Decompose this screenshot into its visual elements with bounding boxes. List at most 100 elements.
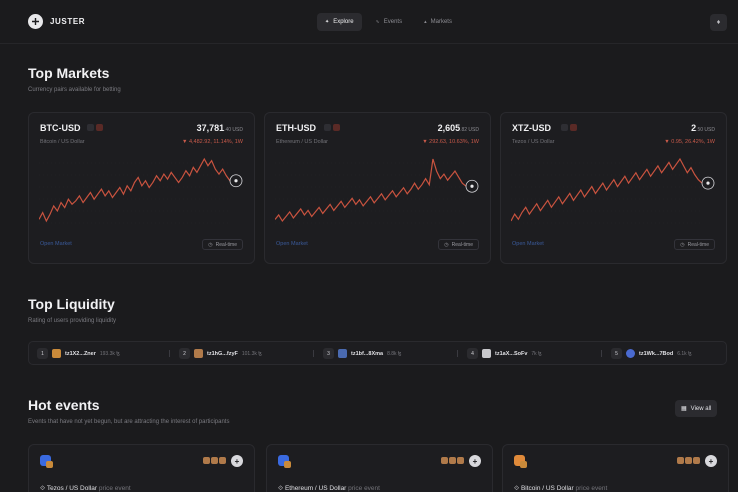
avatar (219, 457, 226, 464)
participant-avatars (203, 457, 226, 464)
liquidity-leaderboard: 1 tz1X2...Zner 193.3k ꜩ 2 tz1hG...fzyF 1… (28, 341, 727, 365)
avatar (685, 457, 692, 464)
price-main: 2,605 (437, 123, 461, 133)
top-liquidity-title: Top Liquidity (28, 296, 115, 312)
view-all-button[interactable]: ▦ View all (675, 400, 718, 417)
avatar (338, 349, 347, 358)
usd-icon (520, 461, 527, 468)
rank-badge: 5 (611, 348, 622, 359)
market-pair: BTC-USD (40, 123, 81, 133)
top-liquidity-subtitle: Rating of users providing liquidity (28, 318, 117, 324)
price-decimal: .50 USD (696, 127, 715, 133)
nav-explore[interactable]: ✦ Explore (317, 13, 362, 31)
liquidity-item[interactable]: 3 tz1bf...8Xma 8.8k ꜩ (323, 347, 401, 360)
current-price-dot (470, 184, 474, 188)
market-badges (87, 124, 103, 131)
market-card-btc[interactable]: BTC-USD 37,781.40 USD Bitcoin / US Dolla… (28, 112, 255, 264)
market-badges (324, 124, 340, 131)
market-name: Tezos / US Dollar (512, 139, 555, 145)
market-pair: ETH-USD (276, 123, 316, 133)
top-header: JUSTER ✦ Explore ∿ Events ▴ Markets ♦ (0, 0, 738, 44)
clock-icon: ◷ (680, 241, 685, 248)
logo-text: JUSTER (50, 17, 86, 26)
usd-icon (284, 461, 291, 468)
avatar (194, 349, 203, 358)
divider (313, 350, 314, 357)
events-icon: ∿ (375, 19, 380, 25)
price-chart (39, 157, 243, 224)
divider (457, 350, 458, 357)
market-price: 2.50 USD (691, 123, 715, 133)
market-change: ▼ 292.63, 10.63%, 1W (422, 139, 479, 145)
market-card-eth[interactable]: ETH-USD 2,605.82 USD Ethereum / US Dolla… (264, 112, 491, 264)
realtime-button[interactable]: ◷ Real-time (674, 239, 715, 250)
market-badges (561, 124, 577, 131)
open-market-link[interactable]: Open Market (512, 241, 544, 247)
add-icon[interactable]: + (469, 455, 481, 467)
event-title: ⟐ Ethereum / US Dollar price event (278, 485, 380, 492)
divider (169, 350, 170, 357)
market-name: Ethereum / US Dollar (276, 139, 328, 145)
nav-explore-label: Explore (333, 19, 354, 25)
address: tz1X2...Zner (65, 350, 96, 357)
market-price: 2,605.82 USD (438, 123, 479, 133)
realtime-button[interactable]: ◷ Real-time (438, 239, 479, 250)
rank-badge: 2 (179, 348, 190, 359)
amount: 7k ꜩ (531, 350, 542, 357)
price-main: 37,781 (196, 123, 225, 133)
realtime-button[interactable]: ◷ Real-time (202, 239, 243, 250)
avatar (626, 349, 635, 358)
event-type: price event (348, 485, 380, 492)
hot-events-title: Hot events (28, 397, 100, 413)
open-market-link[interactable]: Open Market (40, 241, 72, 247)
avatar (677, 457, 684, 464)
avatar (441, 457, 448, 464)
top-markets-title: Top Markets (28, 65, 110, 81)
tezos-icon[interactable]: ♦ (710, 14, 727, 31)
add-icon[interactable]: + (705, 455, 717, 467)
amount: 6.1k ꜩ (677, 350, 692, 357)
badge-icon (96, 124, 103, 131)
liquidity-item[interactable]: 4 tz1aX...SoFv 7k ꜩ (467, 347, 542, 360)
realtime-label: Real-time (215, 241, 237, 248)
price-line (511, 157, 703, 222)
hot-events-subtitle: Events that have not yet begun, but are … (28, 419, 230, 425)
rank-badge: 1 (37, 348, 48, 359)
amount: 8.8k ꜩ (387, 350, 402, 357)
divider (601, 350, 602, 357)
event-type: price event (575, 485, 608, 492)
event-card[interactable]: + ⟐ Bitcoin / US Dollar price event (502, 444, 729, 492)
event-card[interactable]: + ⟐ Tezos / US Dollar price event (28, 444, 255, 492)
market-pair: XTZ-USD (512, 123, 551, 133)
badge-icon (324, 124, 331, 131)
avatar (211, 457, 218, 464)
address: tz1Wk...7Bod (639, 350, 674, 357)
event-type: price event (98, 485, 131, 492)
badge-icon (561, 124, 568, 131)
badge-icon (570, 124, 577, 131)
price-chart (275, 158, 479, 224)
nav-markets[interactable]: ▴ Markets (416, 13, 460, 31)
clock-icon: ◷ (208, 241, 213, 248)
participant-avatars (441, 457, 464, 464)
address: tz1aX...SoFv (495, 350, 528, 357)
logo[interactable]: JUSTER (28, 14, 85, 29)
open-market-link[interactable]: Open Market (276, 241, 308, 247)
market-name: Bitcoin / US Dollar (40, 139, 85, 145)
liquidity-item[interactable]: 5 tz1Wk...7Bod 6.1k ꜩ (611, 347, 692, 360)
price-chart (511, 157, 715, 224)
compass-icon: ✦ (325, 19, 330, 25)
liquidity-item[interactable]: 1 tz1X2...Zner 193.3k ꜩ (37, 347, 120, 360)
nav-events[interactable]: ∿ Events (368, 13, 411, 31)
event-pair: Bitcoin / US Dollar (520, 485, 574, 492)
liquidity-item[interactable]: 2 tz1hG...fzyF 101.3k ꜩ (179, 347, 262, 360)
view-all-label: View all (690, 405, 712, 412)
add-icon[interactable]: + (231, 455, 243, 467)
market-card-xtz[interactable]: XTZ-USD 2.50 USD Tezos / US Dollar ▼ 0.9… (500, 112, 727, 264)
markets-icon: ▴ (424, 19, 427, 25)
price-line (39, 157, 231, 223)
grid-icon: ▦ (681, 406, 687, 412)
event-card[interactable]: + ⟐ Ethereum / US Dollar price event (266, 444, 493, 492)
event-title: ⟐ Tezos / US Dollar price event (40, 485, 131, 492)
juster-logo-icon (28, 14, 43, 29)
